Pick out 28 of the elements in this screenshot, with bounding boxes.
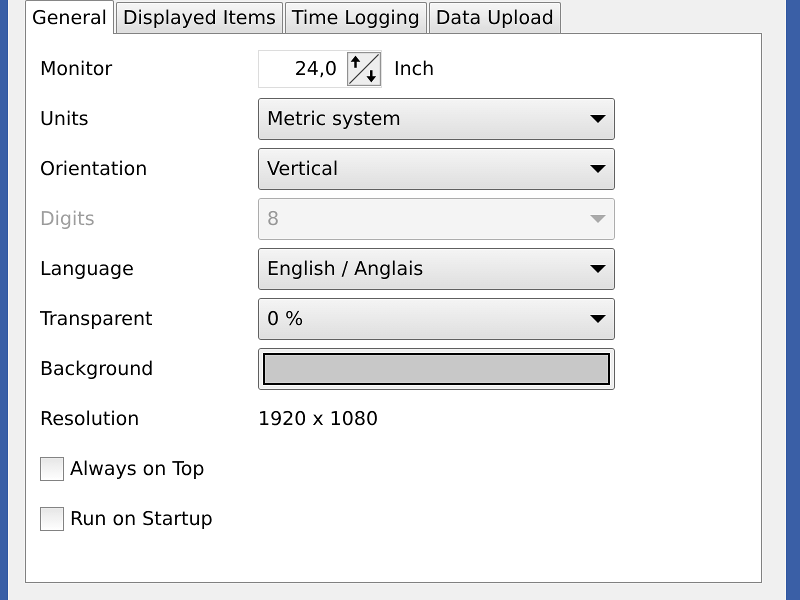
number-field[interactable]: 24,0 — [258, 50, 382, 88]
dropdown-arrow-icon[interactable] — [590, 314, 606, 324]
dropdown[interactable]: 0 % — [258, 298, 615, 340]
setting-label: Resolution — [40, 408, 140, 430]
up-down-arrows-icon[interactable] — [347, 52, 381, 86]
dropdown-arrow-icon[interactable] — [590, 114, 606, 124]
setting-label: Background — [40, 358, 154, 380]
dropdown[interactable]: Vertical — [258, 148, 615, 190]
dropdown[interactable]: Metric system — [258, 98, 615, 140]
dropdown-arrow-icon[interactable] — [590, 164, 606, 174]
tab[interactable]: Time Logging — [284, 2, 427, 33]
tab[interactable]: General — [25, 0, 114, 34]
checkbox[interactable] — [40, 457, 64, 481]
setting-label: Monitor — [40, 58, 114, 80]
setting-label: Transparent — [40, 308, 154, 330]
setting-label: Units — [40, 108, 90, 130]
dropdown[interactable]: English / Anglais — [258, 248, 615, 290]
dropdown-arrow-icon[interactable] — [590, 264, 606, 274]
checkbox-label[interactable]: Run on Startup — [70, 508, 213, 530]
tab[interactable]: Displayed Items — [116, 2, 283, 33]
setting-label: Digits — [40, 208, 96, 230]
setting-label: Language — [40, 258, 135, 280]
checkbox-label[interactable]: Always on Top — [70, 458, 204, 480]
setting-label: Orientation — [40, 158, 148, 180]
tab[interactable]: Data Upload — [428, 2, 561, 33]
resolution-value: 1920 x 1080 — [258, 408, 378, 430]
checkbox[interactable] — [40, 507, 64, 531]
unit-label: Inch — [394, 58, 434, 80]
